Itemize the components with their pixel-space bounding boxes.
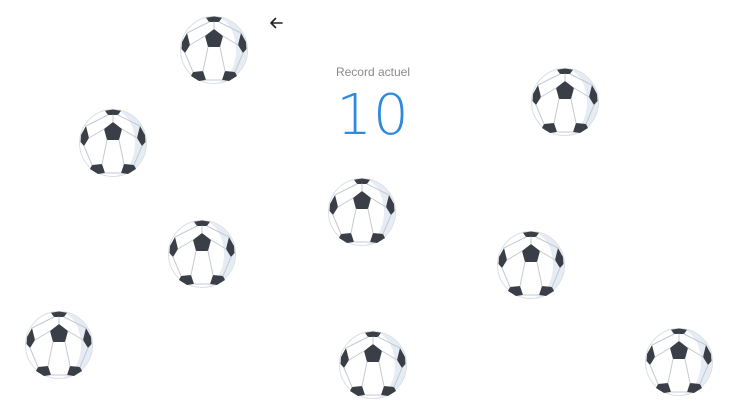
soccer-ball-icon	[530, 67, 600, 137]
soccer-ball[interactable]	[644, 327, 714, 397]
soccer-ball[interactable]	[179, 15, 249, 85]
soccer-ball-icon	[327, 177, 397, 247]
soccer-ball[interactable]	[24, 310, 94, 380]
soccer-ball-icon	[24, 310, 94, 380]
soccer-ball[interactable]	[530, 67, 600, 137]
soccer-ball[interactable]	[496, 230, 566, 300]
soccer-ball[interactable]	[167, 219, 237, 289]
back-button[interactable]	[266, 13, 286, 33]
record-value: 10	[336, 83, 410, 148]
soccer-ball-icon	[78, 108, 148, 178]
soccer-ball-icon	[338, 330, 408, 400]
soccer-ball[interactable]	[78, 108, 148, 178]
game-canvas: Record actuel 10	[0, 0, 730, 411]
arrow-left-icon	[270, 17, 283, 29]
score-panel: Record actuel 10	[273, 64, 473, 146]
soccer-ball[interactable]	[327, 177, 397, 247]
soccer-ball-icon	[167, 219, 237, 289]
soccer-ball-icon	[496, 230, 566, 300]
record-label: Record actuel	[335, 65, 411, 79]
soccer-ball[interactable]	[338, 330, 408, 400]
soccer-ball-icon	[179, 15, 249, 85]
soccer-ball-icon	[644, 327, 714, 397]
